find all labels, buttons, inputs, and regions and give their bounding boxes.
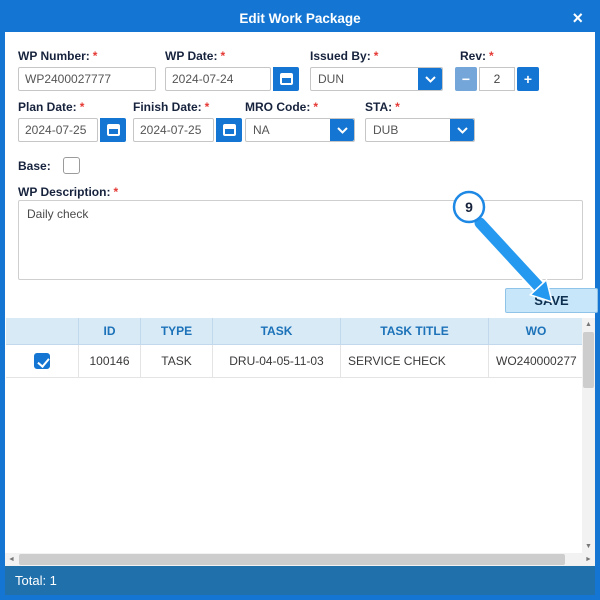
vertical-scrollbar[interactable]: ▲ ▼ (582, 318, 595, 553)
required-marker: * (489, 49, 494, 63)
scroll-right-icon[interactable]: ► (582, 553, 595, 566)
base-label: Base: (18, 158, 51, 173)
wp-date-field: WP Date: * (165, 49, 299, 91)
calendar-icon (222, 124, 236, 136)
dialog-title: Edit Work Package (239, 11, 361, 26)
plan-date-calendar-button[interactable] (100, 118, 126, 142)
issued-by-value: DUN (318, 72, 344, 86)
cell-id: 100146 (79, 345, 141, 378)
mro-code-dropdown-button[interactable] (330, 119, 354, 141)
finish-date-label: Finish Date: * (133, 100, 210, 114)
close-icon[interactable]: × (568, 7, 587, 29)
rev-value: 2 (479, 67, 515, 91)
wp-description-textarea[interactable]: Daily check (18, 200, 583, 280)
chevron-down-icon (336, 126, 348, 134)
sta-select[interactable]: DUB (365, 118, 475, 142)
plan-date-label: Plan Date: * (18, 100, 85, 114)
dialog-header: Edit Work Package × (5, 5, 595, 32)
wp-date-calendar-button[interactable] (273, 67, 299, 91)
required-marker: * (373, 49, 379, 63)
row-checkbox[interactable] (34, 353, 50, 369)
required-marker: * (204, 100, 210, 114)
wp-date-input[interactable] (165, 67, 271, 91)
base-field: Base: (18, 157, 80, 174)
finish-date-field: Finish Date: * (133, 100, 242, 142)
required-marker: * (313, 100, 318, 114)
rev-decrement-button[interactable]: − (455, 67, 477, 91)
issued-by-select[interactable]: DUN (310, 67, 443, 91)
vertical-scroll-thumb[interactable] (583, 332, 594, 388)
footer-bar: Total: 1 (5, 566, 595, 595)
cell-type: TASK (141, 345, 213, 378)
task-table: ID TYPE TASK TASK TITLE WO 100146 TASK D… (6, 318, 583, 378)
issued-by-label: Issued By: * (310, 49, 379, 63)
plan-date-field: Plan Date: * (18, 100, 126, 142)
cell-wo: WO240000277 (489, 345, 583, 378)
issued-by-field: Issued By: * DUN (310, 49, 443, 91)
wp-number-input[interactable] (18, 67, 156, 91)
header-wo: WO (489, 318, 583, 345)
edit-work-package-dialog: Edit Work Package × WP Number:* WP Date:… (0, 0, 600, 600)
issued-by-dropdown-button[interactable] (418, 68, 442, 90)
mro-code-value: NA (253, 123, 270, 137)
cell-task: DRU-04-05-11-03 (213, 345, 341, 378)
plan-date-input[interactable] (18, 118, 98, 142)
mro-code-label: MRO Code: * (245, 100, 318, 114)
scroll-up-icon[interactable]: ▲ (582, 318, 595, 331)
mro-code-select[interactable]: NA (245, 118, 355, 142)
sta-field: STA: * DUB (365, 100, 475, 142)
row-checkbox-cell (6, 345, 79, 378)
horizontal-scroll-thumb[interactable] (19, 554, 565, 565)
header-checkbox-cell (6, 318, 79, 345)
required-marker: * (113, 185, 119, 199)
finish-date-input[interactable] (133, 118, 214, 142)
required-marker: * (79, 100, 85, 114)
wp-description-label: WP Description: * (18, 185, 119, 199)
rev-field: Rev: * − 2 + (455, 49, 539, 91)
calendar-icon (279, 73, 293, 85)
rev-increment-button[interactable]: + (517, 67, 539, 91)
finish-date-calendar-button[interactable] (216, 118, 242, 142)
sta-value: DUB (373, 123, 399, 137)
header-task-title: TASK TITLE (341, 318, 489, 345)
scroll-down-icon[interactable]: ▼ (582, 540, 595, 553)
rev-label: Rev: * (460, 49, 494, 63)
chevron-down-icon (424, 75, 436, 83)
wp-number-label: WP Number: * (18, 49, 98, 63)
horizontal-scrollbar[interactable]: ◄ ► (5, 553, 595, 566)
table-row[interactable]: 100146 TASK DRU-04-05-11-03 SERVICE CHEC… (6, 345, 583, 378)
wp-description-field: WP Description: * (18, 185, 118, 199)
chevron-down-icon (456, 126, 468, 134)
required-marker: * (220, 49, 226, 63)
sta-dropdown-button[interactable] (450, 119, 474, 141)
header-task: TASK (213, 318, 341, 345)
calendar-icon (106, 124, 120, 136)
mro-code-field: MRO Code: * NA (245, 100, 355, 142)
base-checkbox[interactable] (62, 157, 80, 174)
required-marker: * (395, 100, 400, 114)
header-id: ID (79, 318, 141, 345)
total-count: Total: 1 (15, 573, 57, 588)
sta-label: STA: * (365, 100, 400, 114)
table-header-row: ID TYPE TASK TASK TITLE WO (6, 318, 583, 345)
header-type: TYPE (141, 318, 213, 345)
required-marker: * (92, 49, 98, 63)
cell-task-title: SERVICE CHECK (341, 345, 489, 378)
wp-number-field: WP Number: * (18, 49, 156, 91)
scroll-left-icon[interactable]: ◄ (5, 553, 18, 566)
save-button[interactable]: SAVE (505, 288, 598, 313)
wp-date-label: WP Date: * (165, 49, 226, 63)
